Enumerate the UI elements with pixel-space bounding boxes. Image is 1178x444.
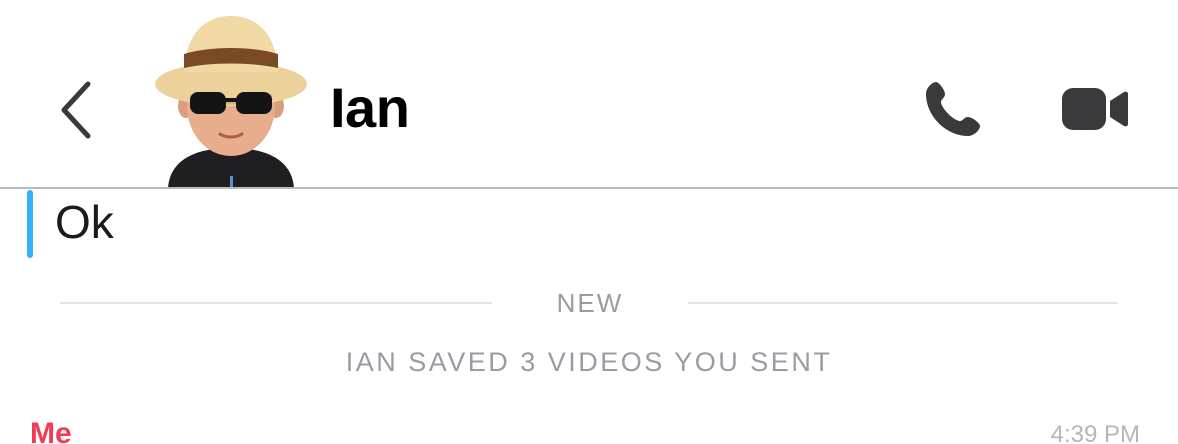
saved-notice: IAN SAVED 3 VIDEOS YOU SENT (345, 347, 833, 377)
avatar[interactable] (150, 10, 312, 188)
video-camera-icon (1062, 88, 1128, 130)
audio-call-button[interactable] (912, 72, 992, 148)
sender-label: Me (30, 417, 72, 444)
header-divider (0, 187, 1178, 189)
chat-screen: Ian Ok NEW IAN SAVED 3 VIDEOS YOU SENT M… (0, 0, 1178, 444)
message-timestamp: 4:39 PM (1050, 421, 1140, 444)
contact-name[interactable]: Ian (330, 72, 410, 144)
new-divider-line-left (60, 302, 492, 304)
message-text[interactable]: Ok (55, 190, 114, 254)
phone-icon (926, 82, 980, 136)
new-divider-label: NEW (556, 288, 624, 318)
bitmoji-avatar-image (155, 16, 307, 188)
video-call-button[interactable] (1052, 76, 1138, 142)
chat-header: Ian (0, 0, 1178, 189)
chevron-left-icon (61, 81, 91, 139)
new-divider-line-right (688, 302, 1118, 304)
message-sender-indicator (27, 190, 33, 258)
back-button[interactable] (44, 70, 108, 150)
